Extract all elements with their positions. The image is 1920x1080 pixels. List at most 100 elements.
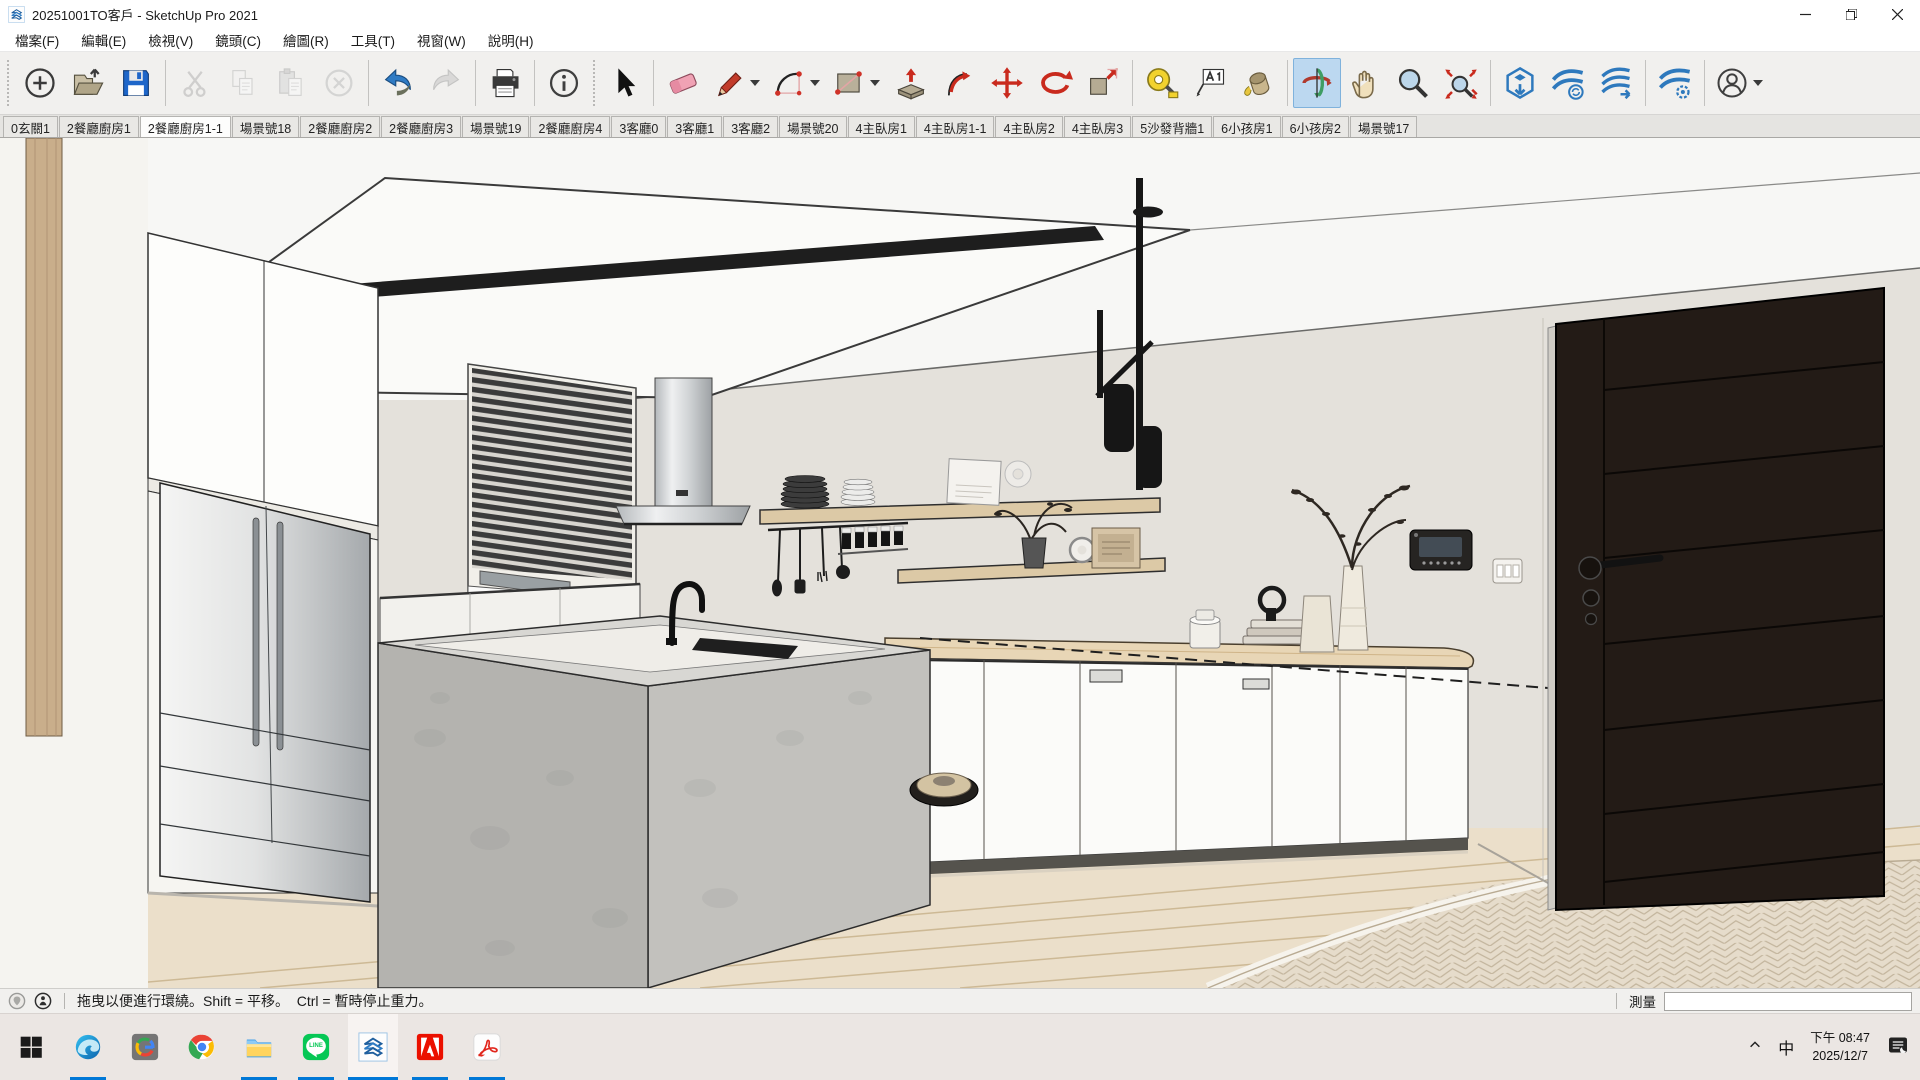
toolbar-grip[interactable] — [7, 60, 13, 106]
restore-button[interactable] — [1828, 0, 1874, 28]
taskbar-adobe-button[interactable] — [405, 1014, 455, 1080]
delete-button[interactable] — [315, 58, 363, 108]
paint-bucket-button[interactable] — [1234, 58, 1282, 108]
model-info-button[interactable] — [540, 58, 588, 108]
dropdown-caret-icon[interactable] — [750, 80, 760, 86]
taskbar-sketchup-button[interactable] — [348, 1014, 398, 1080]
scene-tab-2餐廳廚房1[interactable]: 2餐廳廚房1 — [59, 116, 139, 137]
taskbar-start-button[interactable] — [6, 1014, 56, 1080]
menu-item-工具(T)[interactable]: 工具(T) — [340, 28, 406, 51]
taskbar-edge-button[interactable] — [63, 1014, 113, 1080]
share-model-button[interactable] — [1544, 58, 1592, 108]
push-pull-button[interactable] — [887, 58, 935, 108]
close-button[interactable] — [1874, 0, 1920, 28]
scene-tab-3客廳0[interactable]: 3客廳0 — [611, 116, 666, 137]
scene-tab-3客廳1[interactable]: 3客廳1 — [667, 116, 722, 137]
scene-tab-2餐廳廚房4[interactable]: 2餐廳廚房4 — [530, 116, 610, 137]
scene-tab-場景號19[interactable]: 場景號19 — [462, 116, 529, 137]
scene-tab-2餐廳廚房1-1[interactable]: 2餐廳廚房1-1 — [140, 116, 231, 137]
taskbar-chrome-button[interactable] — [177, 1014, 227, 1080]
undo-button[interactable] — [374, 58, 422, 108]
dropdown-caret-icon[interactable] — [810, 80, 820, 86]
taskbar-acrobat-button[interactable] — [462, 1014, 512, 1080]
copy-button[interactable] — [219, 58, 267, 108]
follow-me-button[interactable] — [935, 58, 983, 108]
window-blinds[interactable] — [468, 364, 636, 610]
refrigerator[interactable] — [148, 483, 378, 906]
save-button[interactable] — [112, 58, 160, 108]
new-button[interactable] — [16, 58, 64, 108]
light-switch[interactable] — [1493, 559, 1522, 583]
line-tool-icon — [711, 65, 747, 101]
system-tray: 中 下午 08:47 2025/12/7 — [1748, 1014, 1920, 1080]
zoom-button[interactable] — [1389, 58, 1437, 108]
rotate-icon — [1037, 65, 1073, 101]
eraser-button[interactable] — [659, 58, 707, 108]
rotate-button[interactable] — [1031, 58, 1079, 108]
scene-tab-2餐廳廚房3[interactable]: 2餐廳廚房3 — [381, 116, 461, 137]
sign-in-button[interactable] — [1710, 58, 1770, 108]
menu-item-鏡頭(C)[interactable]: 鏡頭(C) — [204, 28, 272, 51]
paste-button[interactable] — [267, 58, 315, 108]
hidden-icons-chevron-icon[interactable] — [1748, 1038, 1762, 1057]
taskbar-clock[interactable]: 下午 08:47 2025/12/7 — [1810, 1029, 1870, 1065]
menu-item-繪圖(R)[interactable]: 繪圖(R) — [272, 28, 340, 51]
scene-tab-6小孩房1[interactable]: 6小孩房1 — [1213, 116, 1280, 137]
text-button[interactable] — [1186, 58, 1234, 108]
measurements-label: 測量 — [1629, 991, 1656, 1011]
print-button[interactable] — [481, 58, 529, 108]
taskbar-google-button[interactable] — [120, 1014, 170, 1080]
open-button[interactable] — [64, 58, 112, 108]
scene-tab-場景號18[interactable]: 場景號18 — [232, 116, 299, 137]
scale-button[interactable] — [1079, 58, 1127, 108]
scene-tab-場景號17[interactable]: 場景號17 — [1350, 116, 1417, 137]
ime-indicator[interactable]: 中 — [1778, 1035, 1794, 1059]
base-cabinet-run[interactable] — [885, 638, 1473, 878]
scene-tab-4主臥房3[interactable]: 4主臥房3 — [1064, 116, 1131, 137]
menu-item-說明(H)[interactable]: 說明(H) — [477, 28, 545, 51]
scene-tab-場景號20[interactable]: 場景號20 — [779, 116, 846, 137]
scene-tab-4主臥房1-1[interactable]: 4主臥房1-1 — [916, 116, 995, 137]
menu-item-檔案(F)[interactable]: 檔案(F) — [4, 28, 70, 51]
orbit-button[interactable] — [1293, 58, 1341, 108]
wood-wall-strip[interactable] — [26, 138, 62, 736]
scene-tab-5沙發背牆1[interactable]: 5沙發背牆1 — [1132, 116, 1212, 137]
menu-item-視窗(W)[interactable]: 視窗(W) — [406, 28, 477, 51]
dropdown-caret-icon[interactable] — [1753, 80, 1763, 86]
scene-tab-2餐廳廚房2[interactable]: 2餐廳廚房2 — [300, 116, 380, 137]
warehouse-3d-button[interactable] — [1496, 58, 1544, 108]
pan-button[interactable] — [1341, 58, 1389, 108]
geolocation-icon[interactable] — [8, 992, 26, 1010]
taskbar-line-button[interactable]: LINE — [291, 1014, 341, 1080]
cut-button[interactable] — [171, 58, 219, 108]
minimize-button[interactable] — [1782, 0, 1828, 28]
measurements-input[interactable] — [1664, 992, 1912, 1011]
arc-tool-button[interactable] — [767, 58, 827, 108]
zoom-extents-button[interactable] — [1437, 58, 1485, 108]
rectangle-tool-button[interactable] — [827, 58, 887, 108]
select-button[interactable] — [600, 58, 648, 108]
dark-entry-door[interactable] — [1548, 288, 1884, 910]
action-center-icon[interactable] — [1886, 1033, 1910, 1062]
copy-icon — [225, 65, 261, 101]
taskbar-file-explorer-button[interactable] — [234, 1014, 284, 1080]
tape-measure-button[interactable] — [1138, 58, 1186, 108]
scene-tab-4主臥房1[interactable]: 4主臥房1 — [848, 116, 915, 137]
credits-icon[interactable] — [34, 992, 52, 1010]
near-wall-panel[interactable] — [0, 138, 148, 988]
concrete-island[interactable] — [378, 584, 930, 988]
extension-warehouse-button[interactable] — [1651, 58, 1699, 108]
scene-tab-0玄關1[interactable]: 0玄關1 — [3, 116, 58, 137]
line-tool-button[interactable] — [707, 58, 767, 108]
share-component-button[interactable] — [1592, 58, 1640, 108]
menu-item-編輯(E)[interactable]: 編輯(E) — [70, 28, 137, 51]
move-button[interactable] — [983, 58, 1031, 108]
scene-tab-3客廳2[interactable]: 3客廳2 — [723, 116, 778, 137]
video-intercom[interactable] — [1410, 530, 1472, 570]
model-viewport[interactable] — [0, 138, 1920, 988]
scene-tab-4主臥房2[interactable]: 4主臥房2 — [995, 116, 1062, 137]
redo-button[interactable] — [422, 58, 470, 108]
dropdown-caret-icon[interactable] — [870, 80, 880, 86]
menu-item-檢視(V)[interactable]: 檢視(V) — [137, 28, 204, 51]
scene-tab-6小孩房2[interactable]: 6小孩房2 — [1282, 116, 1349, 137]
